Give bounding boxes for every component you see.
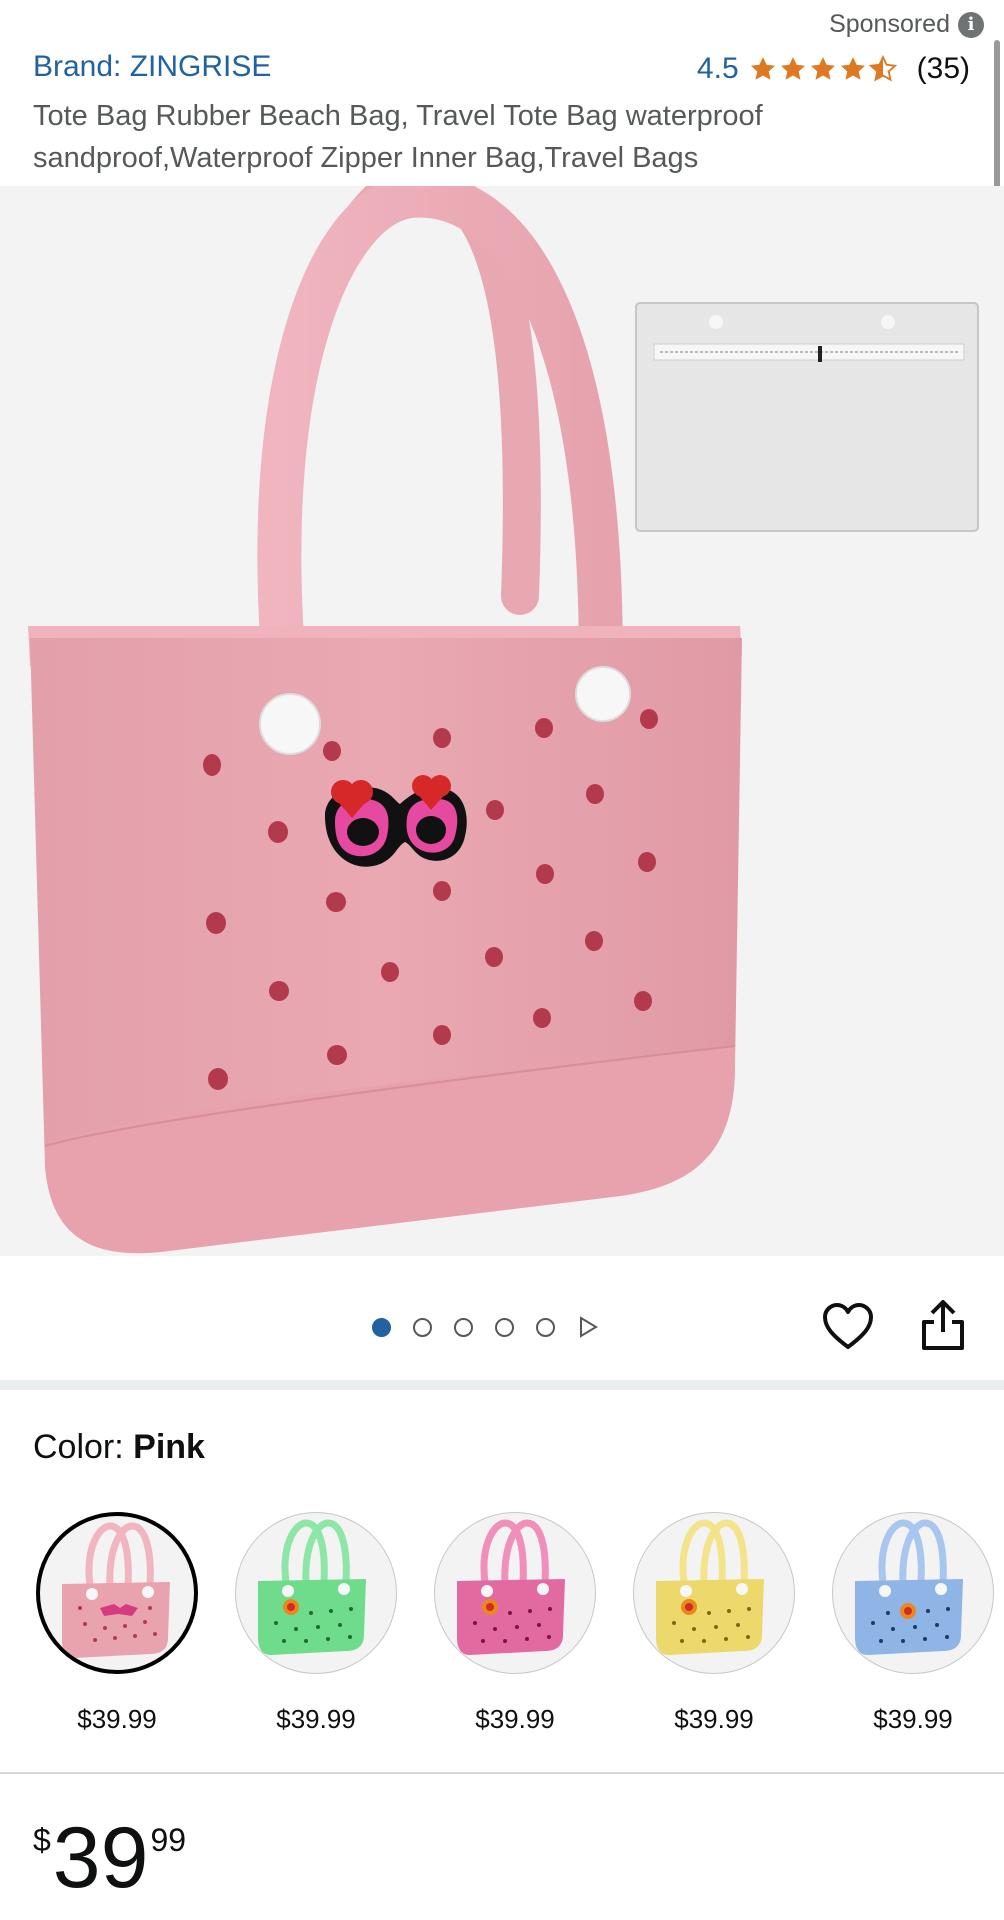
- brand-link[interactable]: Brand: ZINGRISE: [33, 50, 271, 84]
- rating-count: (35): [916, 52, 970, 85]
- color-label: Color: Pink: [33, 1428, 205, 1467]
- selected-color: Pink: [133, 1428, 205, 1466]
- color-swatch-blue[interactable]: [832, 1512, 994, 1674]
- rating-stars: [749, 55, 897, 83]
- video-play-icon[interactable]: [577, 1316, 599, 1338]
- pager-dot[interactable]: [372, 1317, 391, 1337]
- color-swatch-hot-pink[interactable]: [434, 1512, 596, 1674]
- inner-pouch-image: [635, 302, 979, 532]
- section-divider: [0, 1772, 1004, 1774]
- pager-dot[interactable]: [536, 1317, 555, 1337]
- sponsored-label-row[interactable]: Sponsored i: [829, 10, 984, 39]
- product-image-carousel[interactable]: [0, 186, 1004, 1256]
- image-pager[interactable]: [372, 1316, 599, 1338]
- price: $ 39 99: [33, 1810, 186, 1906]
- product-title: Tote Bag Rubber Beach Bag, Travel Tote B…: [33, 100, 763, 174]
- swatch-price: $39.99: [475, 1704, 555, 1734]
- rating-value: 4.5: [696, 52, 739, 85]
- info-icon[interactable]: i: [958, 11, 984, 38]
- swatch-price: $39.99: [77, 1704, 157, 1734]
- pager-dot[interactable]: [413, 1317, 432, 1337]
- swatch-price: $39.99: [276, 1704, 356, 1734]
- color-swatch-yellow[interactable]: [633, 1512, 795, 1674]
- price-fraction: 99: [150, 1822, 187, 1858]
- swatch-price: $39.99: [873, 1704, 953, 1734]
- share-icon[interactable]: [918, 1298, 968, 1352]
- star-icon: [810, 57, 835, 80]
- bag-thumbnail: [656, 1519, 764, 1655]
- rating-summary[interactable]: 4.5 (35): [697, 52, 970, 86]
- price-whole: 39: [52, 1810, 149, 1906]
- color-swatch-green[interactable]: [235, 1512, 397, 1674]
- bag-thumbnail: [457, 1519, 565, 1655]
- color-label-prefix: Color:: [33, 1428, 134, 1466]
- bag-thumbnail: [855, 1519, 963, 1655]
- heart-icon[interactable]: [822, 1303, 874, 1351]
- star-icon: [750, 57, 775, 80]
- scrollbar[interactable]: [994, 40, 1000, 190]
- half-star-icon: [868, 55, 897, 82]
- product-image: [28, 186, 979, 1254]
- swatch-price: $39.99: [674, 1704, 754, 1734]
- star-icon: [840, 57, 865, 80]
- pager-dot[interactable]: [495, 1317, 514, 1337]
- sponsored-label: Sponsored: [829, 10, 950, 38]
- pager-dot[interactable]: [454, 1317, 473, 1337]
- section-divider: [0, 1380, 1004, 1390]
- star-icon: [780, 57, 805, 80]
- bag-thumbnail: [258, 1519, 366, 1655]
- price-currency: $: [33, 1822, 51, 1858]
- color-swatch-pink[interactable]: [36, 1512, 198, 1674]
- bag-thumbnail: [62, 1522, 170, 1658]
